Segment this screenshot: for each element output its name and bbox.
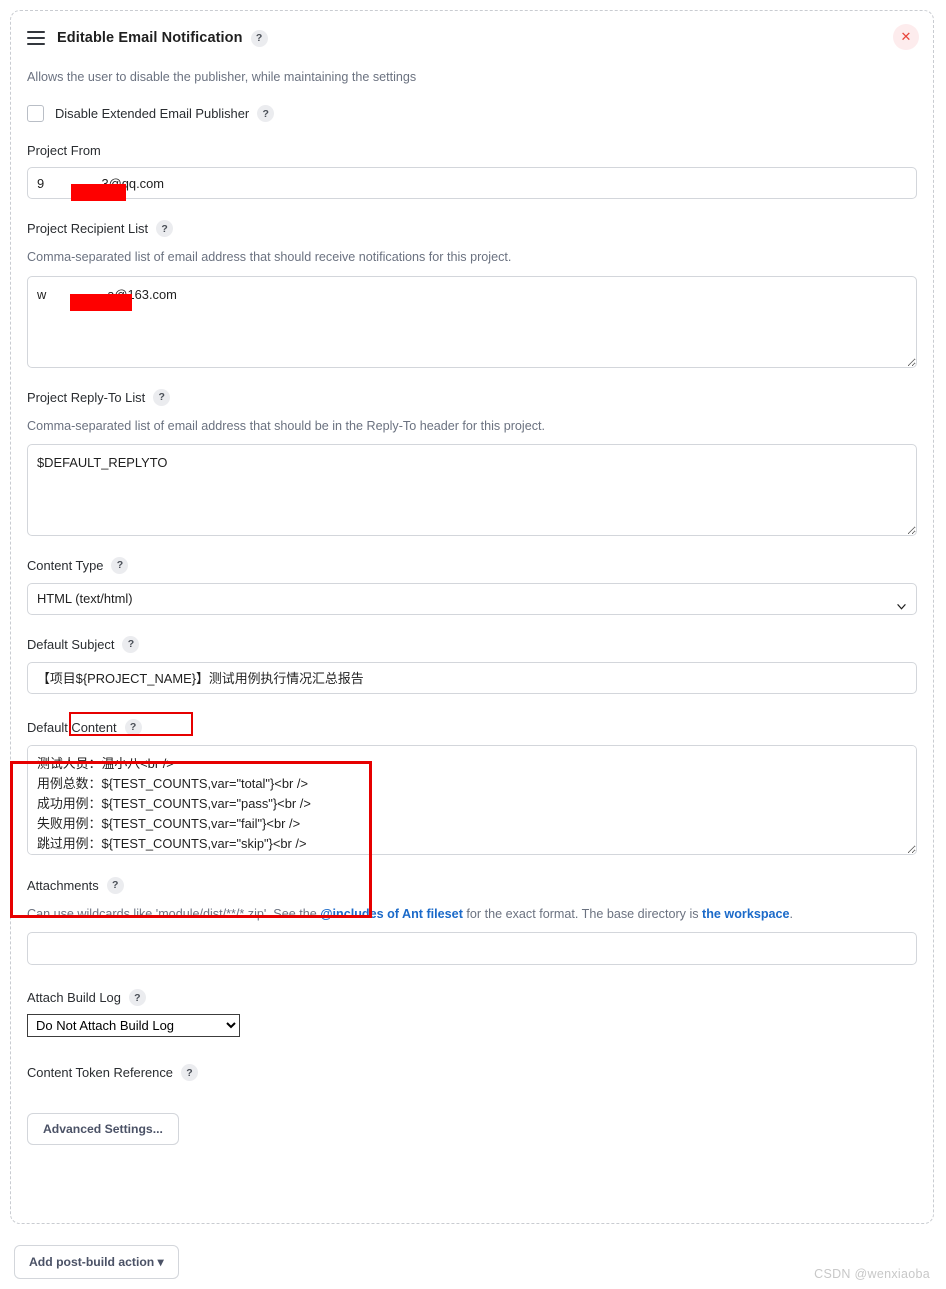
help-icon-default-content[interactable]: ?	[124, 718, 142, 736]
help-icon-project-recipient-list[interactable]: ?	[156, 220, 174, 238]
drag-handle-icon[interactable]	[27, 31, 45, 45]
panel-header: Editable Email Notification ? ✕	[27, 24, 919, 51]
help-icon-attachments[interactable]: ?	[106, 876, 124, 894]
attachments-desc-part3: .	[789, 906, 794, 921]
help-icon-attach-build-log[interactable]: ?	[128, 989, 146, 1006]
help-icon-content-token-reference[interactable]: ?	[180, 1064, 198, 1081]
default-content-label: Default Content ?	[27, 718, 917, 736]
bottom-toolbar: Add post-build action ▾	[14, 1245, 179, 1279]
attachments-desc-part1: Can use wildcards like 'module/dist/**/*…	[27, 906, 321, 921]
close-button[interactable]: ✕	[893, 24, 919, 50]
content-type-label: Content Type ?	[27, 556, 917, 574]
page-title: Editable Email Notification	[57, 30, 243, 46]
disable-publisher-label: Disable Extended Email Publisher	[55, 106, 250, 122]
ant-fileset-link[interactable]: @includes of Ant fileset	[320, 907, 463, 921]
project-from-input[interactable]	[27, 167, 917, 200]
help-icon-title[interactable]: ?	[250, 29, 268, 47]
help-icon-project-reply-to-list[interactable]: ?	[153, 388, 171, 406]
field-content-token-reference: Content Token Reference ?	[27, 1064, 917, 1081]
default-subject-label: Default Subject ?	[27, 635, 917, 653]
disable-publisher-checkbox[interactable]	[27, 105, 44, 123]
project-recipient-list-description: Comma-separated list of email address th…	[27, 250, 512, 265]
field-project-from: Project From	[27, 143, 917, 202]
field-attach-build-log: Attach Build Log ? Do Not Attach Build L…	[27, 989, 917, 1037]
project-reply-to-list-textarea[interactable]: $DEFAULT_REPLYTO	[27, 443, 917, 536]
field-project-reply-to-list: Project Reply-To List ? Comma-separated …	[27, 388, 917, 536]
project-recipient-list-label: Project Recipient List ?	[27, 220, 917, 238]
project-reply-to-list-description: Comma-separated list of email address th…	[27, 418, 546, 433]
default-subject-input[interactable]	[27, 661, 917, 694]
content-type-select[interactable]: HTML (text/html)	[27, 582, 917, 615]
help-icon-default-subject[interactable]: ?	[122, 635, 140, 653]
project-reply-to-list-label: Project Reply-To List ?	[27, 388, 917, 406]
panel-description: Allows the user to disable the publisher…	[27, 70, 417, 84]
field-content-type: Content Type ? HTML (text/html)	[27, 556, 917, 615]
disable-publisher-row[interactable]: Disable Extended Email Publisher ?	[27, 105, 917, 123]
label-text: Attachments	[27, 877, 99, 893]
project-from-label: Project From	[27, 143, 101, 159]
default-content-textarea[interactable]: 测试人员：温小八<br /> 用例总数：${TEST_COUNTS,var="t…	[27, 744, 917, 855]
watermark: CSDN @wenxiaoba	[814, 1267, 930, 1281]
label-text: Content Type	[27, 557, 104, 573]
redaction-bar-project-from	[71, 184, 126, 202]
help-icon-disable-publisher[interactable]: ?	[257, 105, 275, 123]
field-default-subject: Default Subject ?	[27, 635, 917, 694]
content-token-reference-label: Content Token Reference ?	[27, 1064, 917, 1081]
field-default-content: Default Content ? 测试人员：温小八<br /> 用例总数：${…	[27, 718, 917, 855]
attachments-label: Attachments ?	[27, 876, 917, 894]
post-build-action-panel: Editable Email Notification ? ✕ Allows t…	[10, 10, 934, 1224]
project-recipient-list-textarea[interactable]: w a@163.com	[27, 275, 917, 368]
help-icon-content-type[interactable]: ?	[111, 556, 129, 574]
attachments-input[interactable]	[27, 932, 917, 965]
label-text: Default Subject	[27, 636, 115, 652]
field-attachments: Attachments ? Can use wildcards like 'mo…	[27, 876, 917, 965]
attach-build-log-select[interactable]: Do Not Attach Build Log	[27, 1014, 240, 1037]
advanced-settings-button[interactable]: Advanced Settings...	[27, 1113, 179, 1145]
label-text: Content Token Reference	[27, 1065, 173, 1080]
attachments-description: Can use wildcards like 'module/dist/**/*…	[27, 905, 917, 923]
label-text: Attach Build Log	[27, 990, 121, 1005]
attachments-desc-part2: for the exact format. The base directory…	[462, 906, 703, 921]
redaction-bar-project-recipient-list	[70, 293, 132, 311]
attach-build-log-label: Attach Build Log ?	[27, 989, 917, 1006]
label-text: Project Reply-To List	[27, 389, 146, 405]
workspace-link[interactable]: the workspace	[702, 907, 790, 921]
label-text: Default Content	[27, 719, 117, 735]
field-project-recipient-list: Project Recipient List ? Comma-separated…	[27, 220, 917, 368]
label-text: Project Recipient List	[27, 221, 149, 237]
add-post-build-action-button[interactable]: Add post-build action ▾	[14, 1245, 179, 1279]
